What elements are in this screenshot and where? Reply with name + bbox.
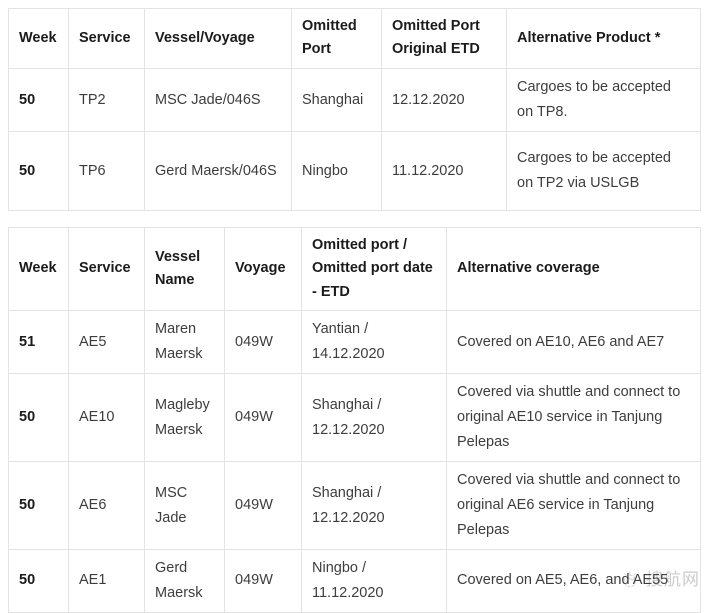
cell-service: TP6 — [68, 131, 145, 211]
table-header-row: Week Service Vessel Name Voyage Omitted … — [8, 227, 701, 312]
cell-service: TP2 — [68, 68, 145, 132]
cell-voyage: 049W — [224, 461, 302, 550]
cell-week: 50 — [8, 461, 69, 550]
cell-alternative-product: Cargoes to be accepted on TP8. — [506, 68, 701, 132]
table-row: 50 AE6 MSC Jade 049W Shanghai / 12.12.20… — [8, 461, 701, 550]
cell-vessel-name: Magleby Maersk — [144, 373, 225, 463]
omitted-port-table: Week Service Vessel/Voyage Omitted Port … — [8, 8, 701, 211]
omitted-port-table-head: Week Service Vessel/Voyage Omitted Port … — [8, 8, 701, 69]
cell-voyage: 049W — [224, 373, 302, 463]
column-header-omitted-port: Omitted Port — [291, 8, 382, 69]
column-header-vessel-voyage: Vessel/Voyage — [144, 8, 292, 69]
cell-vessel-name: Maren Maersk — [144, 310, 225, 375]
alternative-coverage-table: Week Service Vessel Name Voyage Omitted … — [8, 227, 701, 613]
column-header-week: Week — [8, 227, 69, 312]
column-header-omitted-port-date-etd: Omitted port / Omitted port date - ETD — [301, 227, 447, 312]
document-page: Week Service Vessel/Voyage Omitted Port … — [0, 0, 708, 613]
cell-omitted-port-date-etd: Yantian / 14.12.2020 — [301, 310, 447, 375]
cell-omitted-port: Shanghai — [291, 68, 382, 132]
cell-week: 51 — [8, 310, 69, 375]
cell-vessel-voyage: MSC Jade/046S — [144, 68, 292, 132]
column-header-omitted-port-original-etd: Omitted Port Original ETD — [381, 8, 507, 69]
cell-omitted-port-date-etd: Shanghai / 12.12.2020 — [301, 461, 447, 550]
table-row: 50 TP6 Gerd Maersk/046S Ningbo 11.12.202… — [8, 131, 701, 211]
column-header-service: Service — [68, 8, 145, 69]
column-header-alternative-product: Alternative Product * — [506, 8, 701, 69]
cell-week: 50 — [8, 549, 69, 613]
cell-alternative-coverage: Covered on AE10, AE6 and AE7 — [446, 310, 701, 375]
cell-omitted-port: Ningbo — [291, 131, 382, 211]
table-row: 50 AE10 Magleby Maersk 049W Shanghai / 1… — [8, 373, 701, 463]
cell-service: AE5 — [68, 310, 145, 375]
cell-voyage: 049W — [224, 310, 302, 375]
cell-vessel-voyage: Gerd Maersk/046S — [144, 131, 292, 211]
column-header-alternative-coverage: Alternative coverage — [446, 227, 701, 312]
column-header-voyage: Voyage — [224, 227, 302, 312]
cell-alternative-coverage: Covered via shuttle and connect to origi… — [446, 373, 701, 463]
table-header-row: Week Service Vessel/Voyage Omitted Port … — [8, 8, 701, 69]
alternative-coverage-table-body: 51 AE5 Maren Maersk 049W Yantian / 14.12… — [8, 310, 701, 613]
cell-vessel-name: MSC Jade — [144, 461, 225, 550]
cell-week: 50 — [8, 131, 69, 211]
alternative-coverage-table-head: Week Service Vessel Name Voyage Omitted … — [8, 227, 701, 312]
cell-service: AE1 — [68, 549, 145, 613]
cell-week: 50 — [8, 68, 69, 132]
table-row: 50 TP2 MSC Jade/046S Shanghai 12.12.2020… — [8, 68, 701, 132]
cell-voyage: 049W — [224, 549, 302, 613]
cell-service: AE10 — [68, 373, 145, 463]
cell-omitted-port-original-etd: 11.12.2020 — [381, 131, 507, 211]
cell-omitted-port-date-etd: Ningbo / 11.12.2020 — [301, 549, 447, 613]
cell-vessel-name: Gerd Maersk — [144, 549, 225, 613]
cell-service: AE6 — [68, 461, 145, 550]
table-row: 51 AE5 Maren Maersk 049W Yantian / 14.12… — [8, 310, 701, 375]
column-header-week: Week — [8, 8, 69, 69]
cell-week: 50 — [8, 373, 69, 463]
cell-omitted-port-date-etd: Shanghai / 12.12.2020 — [301, 373, 447, 463]
column-header-vessel-name: Vessel Name — [144, 227, 225, 312]
cell-alternative-coverage: Covered on AE5, AE6, and AE55 — [446, 549, 701, 613]
cell-alternative-coverage: Covered via shuttle and connect to origi… — [446, 461, 701, 550]
cell-alternative-product: Cargoes to be accepted on TP2 via USLGB — [506, 131, 701, 211]
cell-omitted-port-original-etd: 12.12.2020 — [381, 68, 507, 132]
column-header-service: Service — [68, 227, 145, 312]
omitted-port-table-body: 50 TP2 MSC Jade/046S Shanghai 12.12.2020… — [8, 68, 701, 211]
table-row: 50 AE1 Gerd Maersk 049W Ningbo / 11.12.2… — [8, 549, 701, 613]
